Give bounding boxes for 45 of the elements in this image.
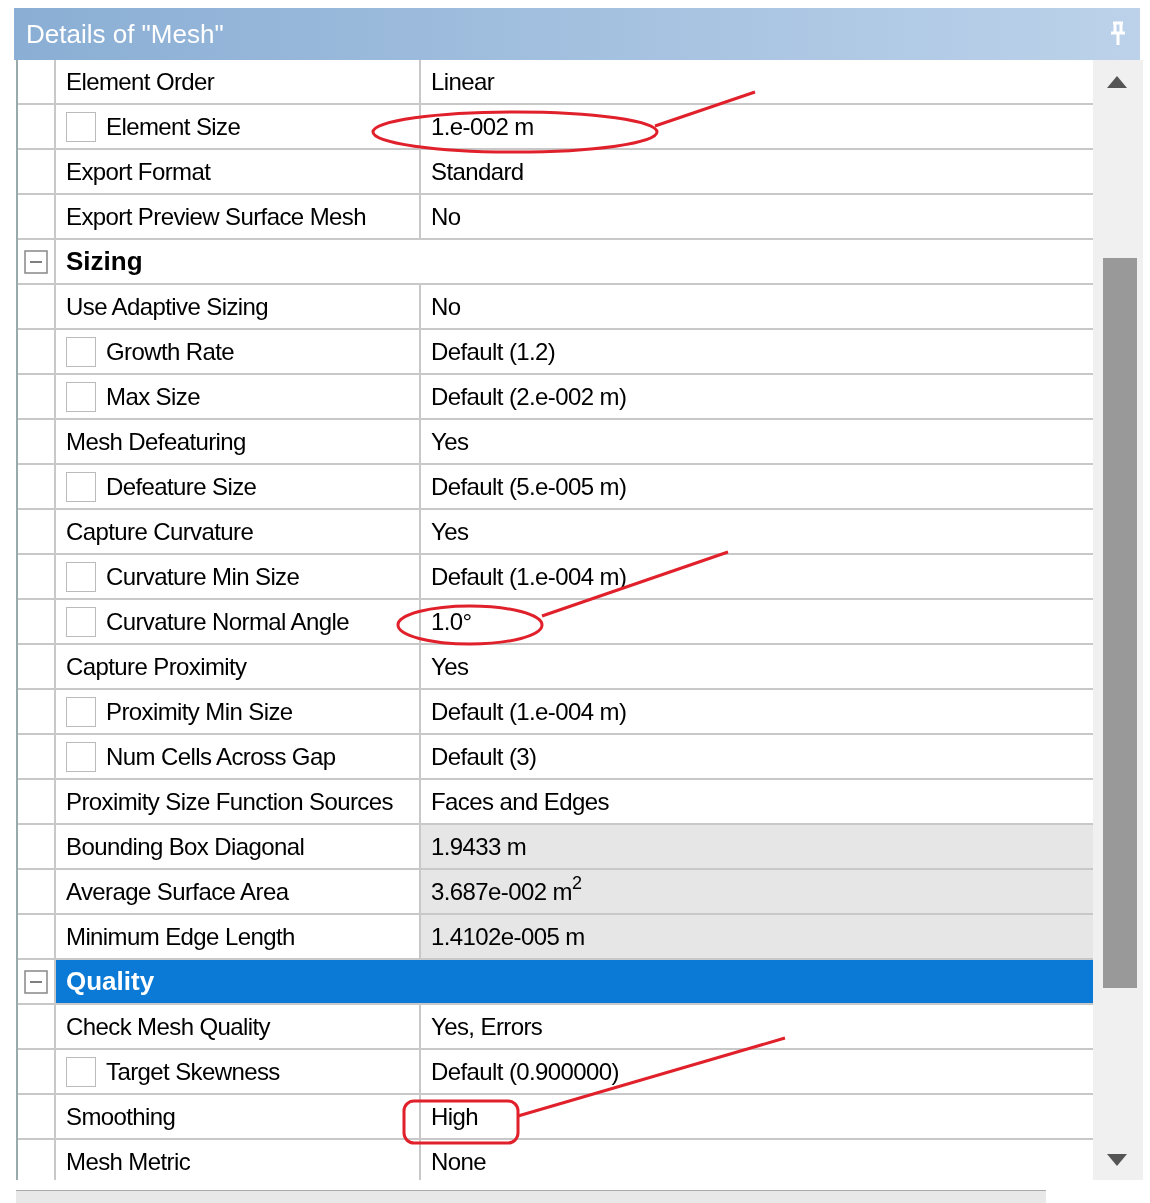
checkbox[interactable] xyxy=(66,381,96,412)
property-value: 1.4102e-005 m xyxy=(421,915,1093,958)
checkbox[interactable] xyxy=(66,1056,96,1087)
property-label: Bounding Box Diagonal xyxy=(66,831,305,862)
property-label: Max Size xyxy=(106,381,200,412)
property-label: Use Adaptive Sizing xyxy=(66,291,269,322)
pin-icon[interactable] xyxy=(1108,21,1128,47)
property-label: Proximity Size Function Sources xyxy=(66,786,393,817)
checkbox[interactable] xyxy=(66,741,96,772)
checkbox[interactable] xyxy=(66,471,96,502)
property-label: Element Size xyxy=(106,111,241,142)
scrollbar[interactable] xyxy=(1093,60,1143,1180)
property-label: Average Surface Area xyxy=(66,876,289,907)
property-label: Curvature Min Size xyxy=(106,561,300,592)
scroll-up-icon[interactable] xyxy=(1107,76,1127,88)
checkbox[interactable] xyxy=(66,561,96,592)
property-label: Smoothing xyxy=(66,1101,176,1132)
scroll-thumb[interactable] xyxy=(1103,258,1137,988)
checkbox[interactable] xyxy=(66,696,96,727)
checkbox[interactable] xyxy=(66,606,96,637)
property-label: Mesh Defeaturing xyxy=(66,426,246,457)
property-label: Defeature Size xyxy=(106,471,257,502)
scroll-down-icon[interactable] xyxy=(1107,1154,1127,1166)
horizontal-scrollbar[interactable] xyxy=(16,1190,1046,1203)
property-label: Num Cells Across Gap xyxy=(106,741,336,772)
collapse-icon[interactable] xyxy=(24,249,48,274)
property-label: Minimum Edge Length xyxy=(66,921,295,952)
property-label: Element Order xyxy=(66,66,215,97)
checkbox[interactable] xyxy=(66,111,96,142)
property-value: 3.687e-002 m$^{2}$ xyxy=(421,870,1093,913)
panel-title: Details of "Mesh" xyxy=(26,17,224,51)
property-label: Export Format xyxy=(66,156,211,187)
property-label: Mesh Metric xyxy=(66,1146,191,1177)
property-value: 1.9433 m xyxy=(421,825,1093,868)
property-label: Check Mesh Quality xyxy=(66,1011,270,1042)
property-label: Growth Rate xyxy=(106,336,235,367)
group-header[interactable]: Quality xyxy=(54,960,1093,1003)
checkbox[interactable] xyxy=(66,336,96,367)
property-label: Proximity Min Size xyxy=(106,696,293,727)
property-label: Target Skewness xyxy=(106,1056,280,1087)
property-label: Export Preview Surface Mesh xyxy=(66,201,366,232)
property-label: Capture Curvature xyxy=(66,516,254,547)
property-label: Capture Proximity xyxy=(66,651,247,682)
property-label: Curvature Normal Angle xyxy=(106,606,349,637)
collapse-icon[interactable] xyxy=(24,969,48,994)
